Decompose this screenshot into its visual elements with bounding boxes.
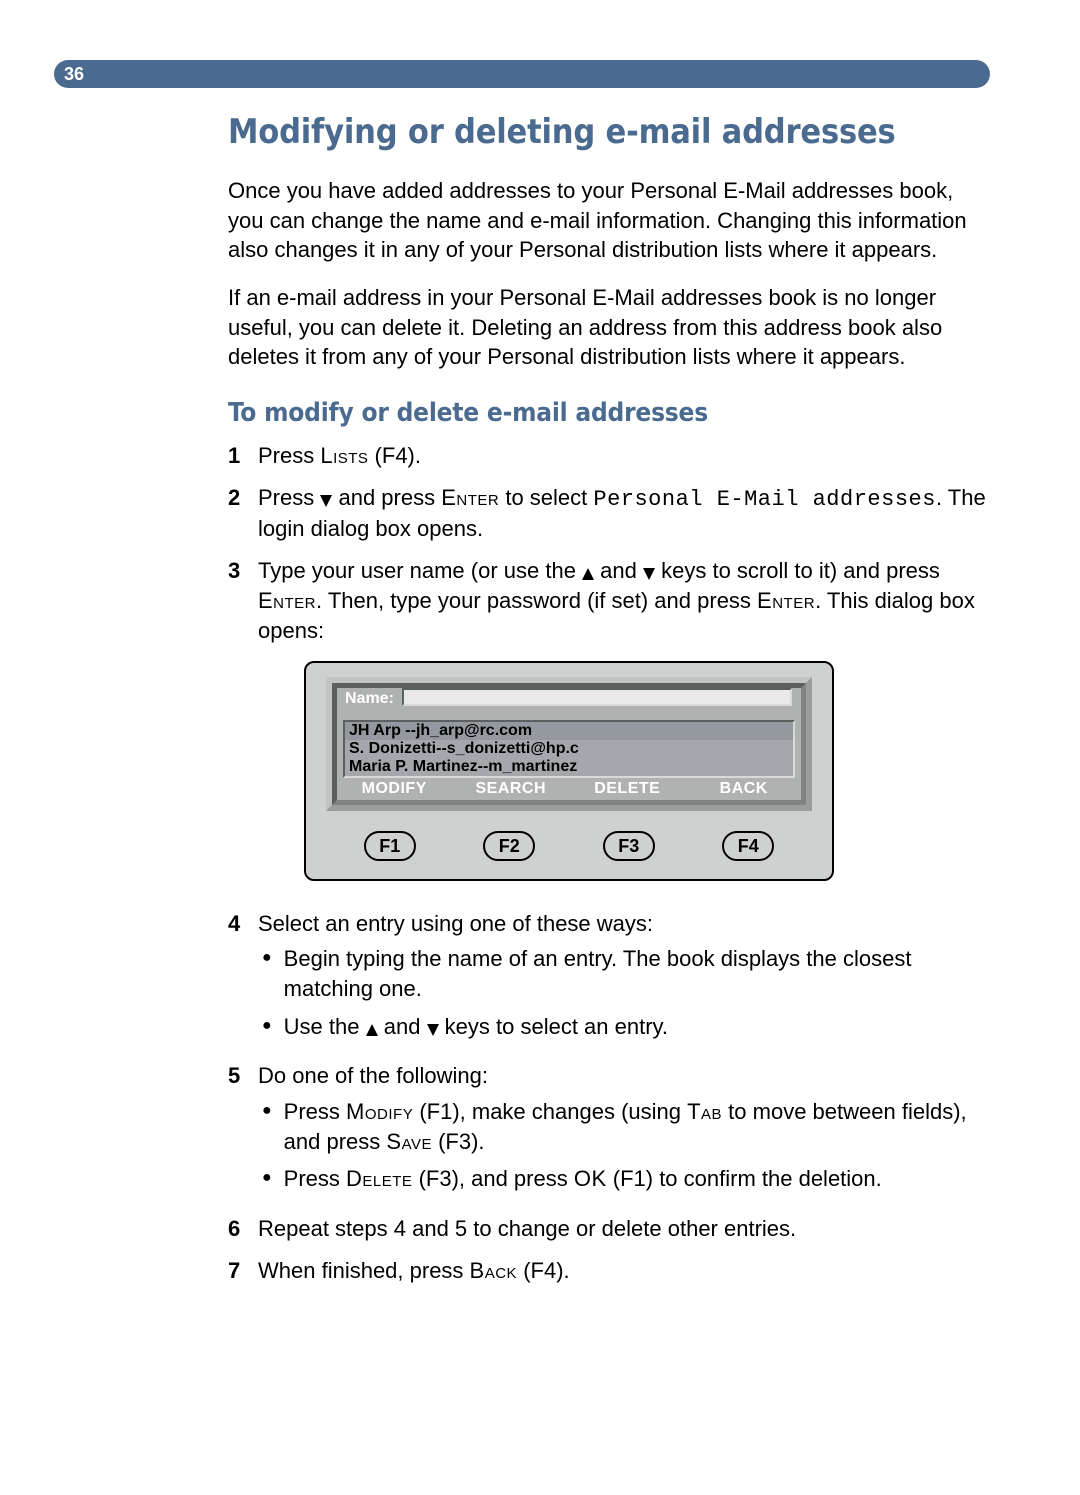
t: keys to select an entry. <box>439 1014 668 1039</box>
page-header-bar: 36 <box>54 60 990 88</box>
arrow-up-icon <box>366 1024 378 1036</box>
t: (F1), make changes (using <box>413 1099 687 1124</box>
step-5-body: Do one of the following: Press Modify (F… <box>258 1061 990 1202</box>
step-4-num: 4 <box>228 909 258 1050</box>
softkey-back: BACK <box>687 778 802 800</box>
t: (F4). <box>517 1258 570 1283</box>
heading-sub: To modify or delete e-mail addresses <box>228 396 990 431</box>
address-listbox: JH Arp --jh_arp@rc.com S. Donizetti--s_d… <box>343 720 795 778</box>
fkey-f3: F3 <box>603 831 655 861</box>
intro-para-2: If an e-mail address in your Personal E-… <box>228 283 990 372</box>
key-enter: Enter <box>258 588 316 613</box>
step-5-bullets: Press Modify (F1), make changes (using T… <box>258 1097 990 1194</box>
step-1-num: 1 <box>228 441 258 471</box>
step-1: 1 Press Lists (F4). <box>228 441 990 471</box>
screen-text: Personal E-Mail addresses <box>593 487 936 512</box>
list-item: Maria P. Martinez--m_martinez <box>345 758 793 776</box>
t: Press <box>258 443 320 468</box>
name-label: Name: <box>343 688 396 710</box>
step-3-body: Type your user name (or use the and keys… <box>258 556 990 896</box>
t: Do one of the following: <box>258 1063 488 1088</box>
softkey-modify: MODIFY <box>337 778 454 800</box>
key-modify: Modify <box>346 1099 413 1124</box>
key-ok: OK <box>574 1166 607 1191</box>
step-4-body: Select an entry using one of these ways:… <box>258 909 990 1050</box>
t: . Then, type your password (if set) and … <box>316 588 757 613</box>
t: Press Delete (F3), and press OK (F1) to … <box>284 1164 882 1194</box>
t: When finished, press <box>258 1258 470 1283</box>
t: Use the and keys to select an entry. <box>284 1012 668 1042</box>
fkey-f1: F1 <box>364 831 416 861</box>
bullet: Press Modify (F1), make changes (using T… <box>258 1097 990 1156</box>
t: Press <box>284 1166 346 1191</box>
step-6: 6 Repeat steps 4 and 5 to change or dele… <box>228 1214 990 1244</box>
step-2: 2 Press and press Enter to select Person… <box>228 483 990 544</box>
fkey-f2: F2 <box>483 831 535 861</box>
page-content: Modifying or deleting e-mail addresses O… <box>228 110 990 1297</box>
t: (F4). <box>368 443 421 468</box>
t: to select <box>499 485 593 510</box>
t: and press <box>332 485 441 510</box>
softkey-row: MODIFY SEARCH DELETE BACK <box>337 778 801 800</box>
step-2-num: 2 <box>228 483 258 544</box>
step-4: 4 Select an entry using one of these way… <box>228 909 990 1050</box>
t: (F1) to confirm the deletion. <box>607 1166 882 1191</box>
t: Press Modify (F1), make changes (using T… <box>284 1097 990 1156</box>
steps-list: 1 Press Lists (F4). 2 Press and press En… <box>228 441 990 1285</box>
arrow-down-icon <box>320 495 332 507</box>
t: and <box>594 558 643 583</box>
device-screen: Name: JH Arp --jh_arp@rc.com S. Donizett… <box>332 683 806 804</box>
list-item: JH Arp --jh_arp@rc.com <box>345 722 793 740</box>
key-lists: Lists <box>320 443 368 468</box>
arrow-down-icon <box>643 568 655 580</box>
key-back: Back <box>470 1258 518 1283</box>
bullet: Press Delete (F3), and press OK (F1) to … <box>258 1164 990 1194</box>
t: keys to scroll to it) and press <box>655 558 940 583</box>
step-5: 5 Do one of the following: Press Modify … <box>228 1061 990 1202</box>
device-bezel: Name: JH Arp --jh_arp@rc.com S. Donizett… <box>326 677 812 810</box>
key-save: Save <box>386 1129 432 1154</box>
page-number: 36 <box>64 60 84 88</box>
softkey-delete: DELETE <box>570 778 687 800</box>
t: Type your user name (or use the <box>258 558 582 583</box>
softkey-search: SEARCH <box>454 778 571 800</box>
step-6-body: Repeat steps 4 and 5 to change or delete… <box>258 1214 990 1244</box>
t: Press <box>284 1099 346 1124</box>
fkey-row: F1 F2 F3 F4 <box>306 811 832 879</box>
name-input <box>402 688 792 706</box>
list-item: S. Donizetti--s_donizetti@hp.c <box>345 740 793 758</box>
key-enter: Enter <box>441 485 499 510</box>
step-1-body: Press Lists (F4). <box>258 441 990 471</box>
heading-main: Modifying or deleting e-mail addresses <box>228 110 990 156</box>
name-field-row: Name: <box>337 688 801 718</box>
device: Name: JH Arp --jh_arp@rc.com S. Donizett… <box>304 661 834 880</box>
step-6-num: 6 <box>228 1214 258 1244</box>
fkey-f4: F4 <box>722 831 774 861</box>
key-delete: Delete <box>346 1166 412 1191</box>
t: Use the <box>284 1014 366 1039</box>
bullet: Begin typing the name of an entry. The b… <box>258 944 990 1003</box>
step-4-bullets: Begin typing the name of an entry. The b… <box>258 944 990 1041</box>
step-7-body: When finished, press Back (F4). <box>258 1256 990 1286</box>
device-figure: Name: JH Arp --jh_arp@rc.com S. Donizett… <box>304 661 990 880</box>
arrow-up-icon <box>582 568 594 580</box>
t: Select an entry using one of these ways: <box>258 911 653 936</box>
key-tab: Tab <box>687 1099 722 1124</box>
t: (F3). <box>432 1129 485 1154</box>
step-2-body: Press and press Enter to select Personal… <box>258 483 990 544</box>
step-7: 7 When finished, press Back (F4). <box>228 1256 990 1286</box>
t: and <box>378 1014 427 1039</box>
intro-para-1: Once you have added addresses to your Pe… <box>228 176 990 265</box>
t: Begin typing the name of an entry. The b… <box>284 944 990 1003</box>
bullet: Use the and keys to select an entry. <box>258 1012 990 1042</box>
t: Press <box>258 485 320 510</box>
step-3-num: 3 <box>228 556 258 896</box>
step-5-num: 5 <box>228 1061 258 1202</box>
arrow-down-icon <box>427 1024 439 1036</box>
t: (F3), and press <box>412 1166 573 1191</box>
key-enter: Enter <box>757 588 815 613</box>
step-3: 3 Type your user name (or use the and ke… <box>228 556 990 896</box>
step-7-num: 7 <box>228 1256 258 1286</box>
